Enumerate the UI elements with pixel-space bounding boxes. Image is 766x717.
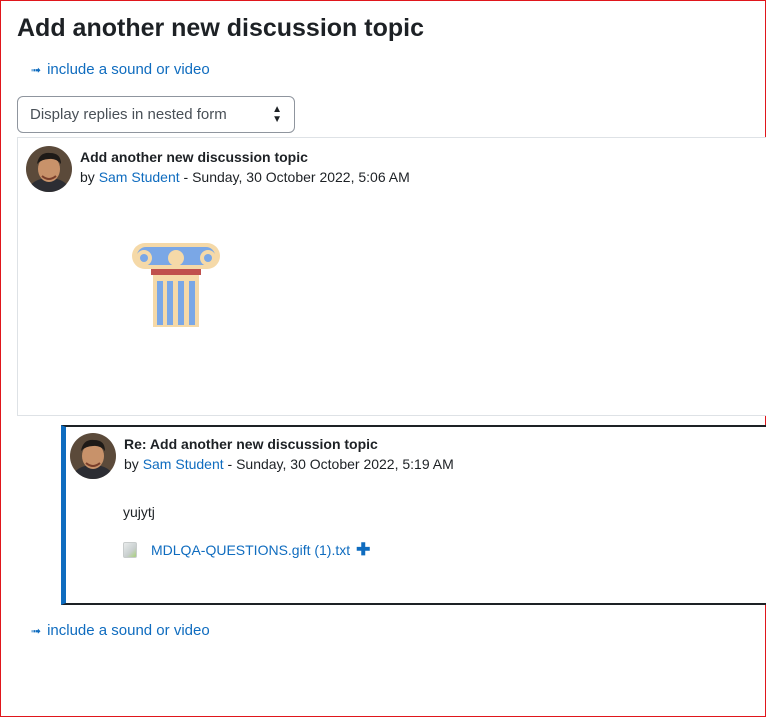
post-date: Sunday, 30 October 2022, 5:19 AM xyxy=(236,456,454,472)
plus-icon[interactable]: ✚ xyxy=(356,540,370,560)
text-file-icon xyxy=(123,542,137,558)
expand-arrow-icon: ➟ xyxy=(31,623,42,638)
byline-separator: - xyxy=(179,169,193,185)
post-byline: by Sam Student - Sunday, 30 October 2022… xyxy=(124,456,454,472)
include-media-link-bottom[interactable]: ➟ include a sound or video xyxy=(31,622,210,639)
avatar[interactable] xyxy=(26,146,72,192)
author-link[interactable]: Sam Student xyxy=(143,456,224,472)
attachment-link[interactable]: MDLQA-QUESTIONS.gift (1).txt xyxy=(151,542,350,558)
discussion-post: Add another new discussion topic by Sam … xyxy=(17,137,766,416)
post-body: yujytj xyxy=(123,504,155,520)
ionic-column-icon xyxy=(132,243,220,327)
page-title: Add another new discussion topic xyxy=(17,14,424,42)
expand-arrow-icon: ➟ xyxy=(31,62,42,77)
post-date: Sunday, 30 October 2022, 5:06 AM xyxy=(192,169,410,185)
include-media-label: include a sound or video xyxy=(47,622,210,639)
attachment: MDLQA-QUESTIONS.gift (1).txt ✚ xyxy=(123,540,370,560)
include-media-link-top[interactable]: ➟ include a sound or video xyxy=(31,61,210,78)
post-subject: Add another new discussion topic xyxy=(80,149,308,165)
byline-prefix: by xyxy=(80,169,99,185)
include-media-label: include a sound or video xyxy=(47,61,210,78)
post-subject: Re: Add another new discussion topic xyxy=(124,436,378,452)
display-mode-value: Display replies in nested form xyxy=(30,106,227,123)
post-byline: by Sam Student - Sunday, 30 October 2022… xyxy=(80,169,410,185)
byline-separator: - xyxy=(223,456,237,472)
reply-post: Re: Add another new discussion topic by … xyxy=(61,425,766,605)
avatar[interactable] xyxy=(70,433,116,479)
byline-prefix: by xyxy=(124,456,143,472)
author-link[interactable]: Sam Student xyxy=(99,169,180,185)
select-caret-icon: ▲ ▼ xyxy=(272,103,282,125)
display-mode-select[interactable]: Display replies in nested form ▲ ▼ xyxy=(17,96,295,133)
